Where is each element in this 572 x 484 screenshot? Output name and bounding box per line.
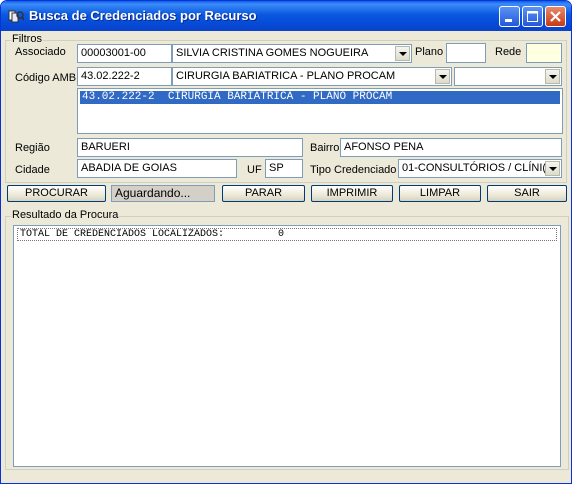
associado-label: Associado bbox=[15, 46, 66, 58]
associado-name-value: SILVIA CRISTINA GOMES NOGUEIRA bbox=[176, 47, 369, 59]
codigo-amb-label: Código AMB bbox=[15, 72, 77, 84]
chevron-down-icon bbox=[439, 75, 447, 79]
title-bar[interactable]: Busca de Credenciados por Recurso bbox=[1, 1, 571, 31]
close-button[interactable] bbox=[545, 6, 566, 27]
codigo-amb-desc-combo[interactable]: CIRURGIA BARIATRICA - PLANO PROCAM bbox=[172, 67, 452, 86]
codigo-listbox[interactable]: 43.02.222-2 CIRURGIA BARIATRICA - PLANO … bbox=[77, 88, 563, 134]
window-bottom bbox=[1, 470, 571, 483]
bairro-field[interactable]: AFONSO PENA bbox=[340, 138, 562, 157]
uf-label: UF bbox=[247, 164, 262, 176]
codigo-amb-code-field[interactable]: 43.02.222-2 bbox=[77, 67, 172, 86]
codigo-amb-dropdown-button[interactable] bbox=[435, 69, 450, 84]
main-window: Busca de Credenciados por Recurso Filtro… bbox=[0, 0, 572, 484]
minimize-icon bbox=[505, 19, 512, 22]
rede-label: Rede bbox=[495, 46, 522, 58]
maximize-button[interactable] bbox=[522, 6, 543, 27]
status-field: Aguardando... bbox=[111, 185, 215, 202]
associado-dropdown-button[interactable] bbox=[395, 46, 410, 61]
limpar-button[interactable]: LIMPAR bbox=[399, 185, 481, 202]
tipo-credenciado-value: 01-CONSULTÓRIOS / CLÍNI( bbox=[402, 162, 547, 174]
associado-code-field[interactable]: 00003001-00 bbox=[77, 44, 172, 63]
uf-field[interactable]: SP bbox=[265, 159, 303, 178]
app-icon bbox=[8, 10, 24, 23]
chevron-down-icon bbox=[549, 75, 557, 79]
sair-button[interactable]: SAIR bbox=[487, 185, 567, 202]
chevron-down-icon bbox=[549, 167, 557, 171]
imprimir-button[interactable]: IMPRIMIR bbox=[311, 185, 393, 202]
window-title: Busca de Credenciados por Recurso bbox=[29, 8, 257, 23]
minimize-button[interactable] bbox=[499, 6, 520, 27]
parar-button[interactable]: PARAR bbox=[222, 185, 305, 202]
list-item[interactable]: 43.02.222-2 CIRURGIA BARIATRICA - PLANO … bbox=[80, 91, 560, 104]
plano-label: Plano bbox=[415, 46, 444, 58]
resultado-group-title: Resultado da Procura bbox=[11, 209, 120, 221]
maximize-icon bbox=[527, 11, 538, 22]
regiao-field[interactable]: BARUERI bbox=[77, 138, 303, 157]
bairro-label: Bairro bbox=[310, 142, 340, 154]
tipo-credenciado-combo[interactable]: 01-CONSULTÓRIOS / CLÍNI( bbox=[398, 159, 562, 178]
resultado-list[interactable]: TOTAL DE CREDENCIADOS LOCALIZADOS: 0 bbox=[13, 225, 561, 467]
tipo-credenciado-dropdown-button[interactable] bbox=[545, 161, 560, 176]
associado-name-combo[interactable]: SILVIA CRISTINA GOMES NOGUEIRA bbox=[172, 44, 412, 63]
tipo-credenciado-label: Tipo Credenciado bbox=[310, 164, 397, 176]
cidade-field[interactable]: ABADIA DE GOIAS bbox=[77, 159, 237, 178]
cidade-label: Cidade bbox=[15, 164, 50, 176]
procurar-button[interactable]: PROCURAR bbox=[7, 185, 106, 202]
filtros-group-title: Filtros bbox=[11, 33, 43, 45]
close-icon bbox=[550, 11, 561, 22]
codigo-amb-desc-value: CIRURGIA BARIATRICA - PLANO PROCAM bbox=[176, 70, 396, 82]
codigo-amb-extra-dropdown-button[interactable] bbox=[545, 69, 560, 84]
chevron-down-icon bbox=[399, 52, 407, 56]
regiao-label: Região bbox=[15, 142, 50, 154]
table-row[interactable]: TOTAL DE CREDENCIADOS LOCALIZADOS: 0 bbox=[17, 228, 557, 241]
plano-field[interactable] bbox=[446, 43, 486, 63]
codigo-amb-extra-combo[interactable] bbox=[454, 67, 562, 86]
rede-field[interactable] bbox=[526, 43, 562, 63]
